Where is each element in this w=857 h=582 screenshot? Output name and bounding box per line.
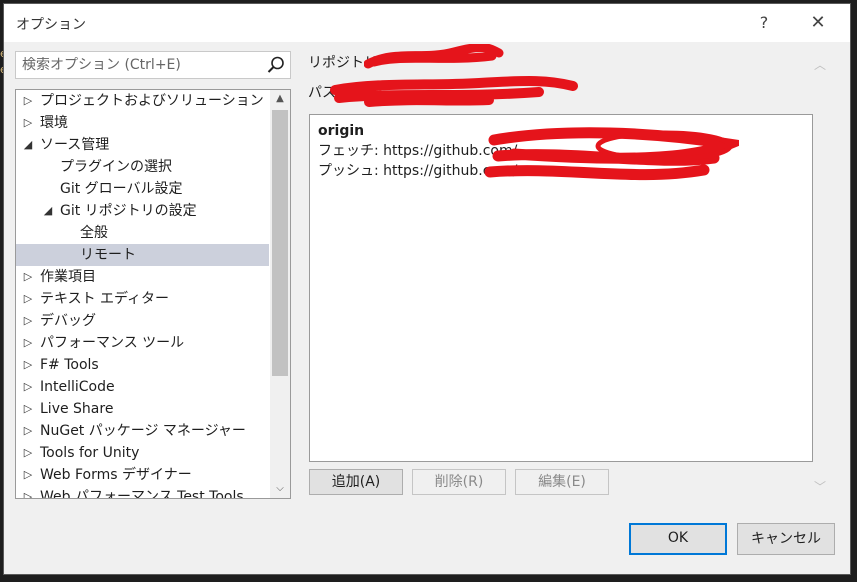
collapsed-arrow-icon[interactable]: ▷ (22, 266, 34, 288)
edit-remote-button[interactable]: 編集(E) (515, 469, 609, 495)
title-bar: オプション ? ✕ (4, 4, 850, 42)
tree-item-label: NuGet パッケージ マネージャー (40, 423, 246, 439)
tree-item-label: Tools for Unity (40, 445, 140, 461)
tree-item[interactable]: ▷ 環境 (16, 112, 269, 134)
tree-item-label: デバッグ (40, 313, 96, 329)
collapsed-arrow-icon[interactable]: ▷ (22, 420, 34, 442)
tree-item[interactable]: ◢ ソース管理 (16, 134, 269, 156)
collapsed-arrow-icon[interactable]: ▷ (22, 354, 34, 376)
tree-item[interactable]: ▷ Live Share (16, 398, 269, 420)
tree-item[interactable]: ▷ プロジェクトおよびソリューション (16, 90, 269, 112)
tree-item-label: Web Forms デザイナー (40, 467, 192, 483)
tree-item[interactable]: ▷ IntelliCode (16, 376, 269, 398)
tree-item[interactable]: ▷ 作業項目 (16, 266, 269, 288)
collapsed-arrow-icon[interactable]: ▷ (22, 486, 34, 498)
tree-item[interactable]: ◢ Git リポジトリの設定 (16, 200, 269, 222)
tree-item-label: F# Tools (40, 357, 99, 373)
tree-item[interactable]: ▷ F# Tools (16, 354, 269, 376)
tree-item-label: Git リポジトリの設定 (60, 203, 197, 219)
cancel-button[interactable]: キャンセル (737, 523, 835, 555)
tree-item-label: Live Share (40, 401, 114, 417)
tree-item[interactable]: 全般 (16, 222, 269, 244)
scroll-thumb[interactable] (272, 110, 288, 376)
expanded-arrow-icon[interactable]: ◢ (42, 200, 54, 222)
tree-item-label: 作業項目 (40, 269, 96, 285)
tree-item[interactable]: プラグインの選択 (16, 156, 269, 178)
scroll-up-arrow-icon[interactable]: ▲ (270, 90, 290, 108)
tree-item-label: パフォーマンス ツール (40, 335, 185, 351)
collapsed-arrow-icon[interactable]: ▷ (22, 442, 34, 464)
tree-scrollbar[interactable]: ▲ ⌵ (270, 90, 290, 498)
tree-item-label: 環境 (40, 115, 68, 131)
tree-item[interactable]: ▷ Web Forms デザイナー (16, 464, 269, 486)
search-input[interactable] (22, 57, 252, 73)
tree-item[interactable]: リモート (16, 244, 269, 266)
collapsed-arrow-icon[interactable]: ▷ (22, 112, 34, 134)
tree-item[interactable]: ▷ テキスト エディター (16, 288, 269, 310)
search-icon[interactable] (266, 55, 286, 75)
close-button[interactable]: ✕ (798, 8, 838, 38)
collapsed-arrow-icon[interactable]: ▷ (22, 376, 34, 398)
tree-item[interactable]: ▷ NuGet パッケージ マネージャー (16, 420, 269, 442)
tree-item-label: リモート (80, 247, 136, 263)
panel-scroll-up-icon[interactable]: ︿ (814, 56, 826, 73)
tree-item-label: プロジェクトおよびソリューション (40, 93, 264, 109)
tree-item-label: 全般 (80, 225, 108, 241)
help-button[interactable]: ? (744, 8, 784, 38)
tree-item-label: プラグインの選択 (60, 159, 172, 175)
add-remote-button[interactable]: 追加(A) (309, 469, 403, 495)
tree-item[interactable]: ▷ デバッグ (16, 310, 269, 332)
dialog-title: オプション (16, 17, 86, 33)
tree-item-label: IntelliCode (40, 379, 115, 395)
collapsed-arrow-icon[interactable]: ▷ (22, 288, 34, 310)
redaction-scribble (484, 127, 739, 181)
collapsed-arrow-icon[interactable]: ▷ (22, 90, 34, 112)
options-dialog: オプション ? ✕ ▷ プロジェクトおよびソリューション ▷ 環境 ◢ ソース管理プラグイ… (3, 3, 851, 575)
collapsed-arrow-icon[interactable]: ▷ (22, 332, 34, 354)
collapsed-arrow-icon[interactable]: ▷ (22, 464, 34, 486)
collapsed-arrow-icon[interactable]: ▷ (22, 398, 34, 420)
tree-item-label: Git グローバル設定 (60, 181, 183, 197)
search-box (15, 51, 291, 79)
tree-item[interactable]: Git グローバル設定 (16, 178, 269, 200)
scroll-down-arrow-icon[interactable]: ⌵ (270, 480, 290, 498)
tree-item[interactable]: ▷ パフォーマンス ツール (16, 332, 269, 354)
expanded-arrow-icon[interactable]: ◢ (22, 134, 34, 156)
panel-scroll-down-icon[interactable]: ﹀ (814, 478, 826, 495)
redaction-scribble (330, 76, 578, 107)
collapsed-arrow-icon[interactable]: ▷ (22, 310, 34, 332)
ok-button[interactable]: OK (629, 523, 727, 555)
redaction-scribble (364, 44, 504, 69)
tree-item[interactable]: ▷ Tools for Unity (16, 442, 269, 464)
options-tree: ▷ プロジェクトおよびソリューション ▷ 環境 ◢ ソース管理プラグインの選択 Git グロ… (15, 89, 291, 499)
tree-item-label: テキスト エディター (40, 291, 170, 307)
tree-item-label: Web パフォーマンス Test Tools (40, 489, 244, 499)
delete-remote-button[interactable]: 削除(R) (412, 469, 506, 495)
tree-item-label: ソース管理 (40, 137, 110, 153)
tree-item[interactable]: ▷ Web パフォーマンス Test Tools (16, 486, 269, 499)
tree-list: ▷ プロジェクトおよびソリューション ▷ 環境 ◢ ソース管理プラグインの選択 Git グロ… (16, 90, 269, 499)
